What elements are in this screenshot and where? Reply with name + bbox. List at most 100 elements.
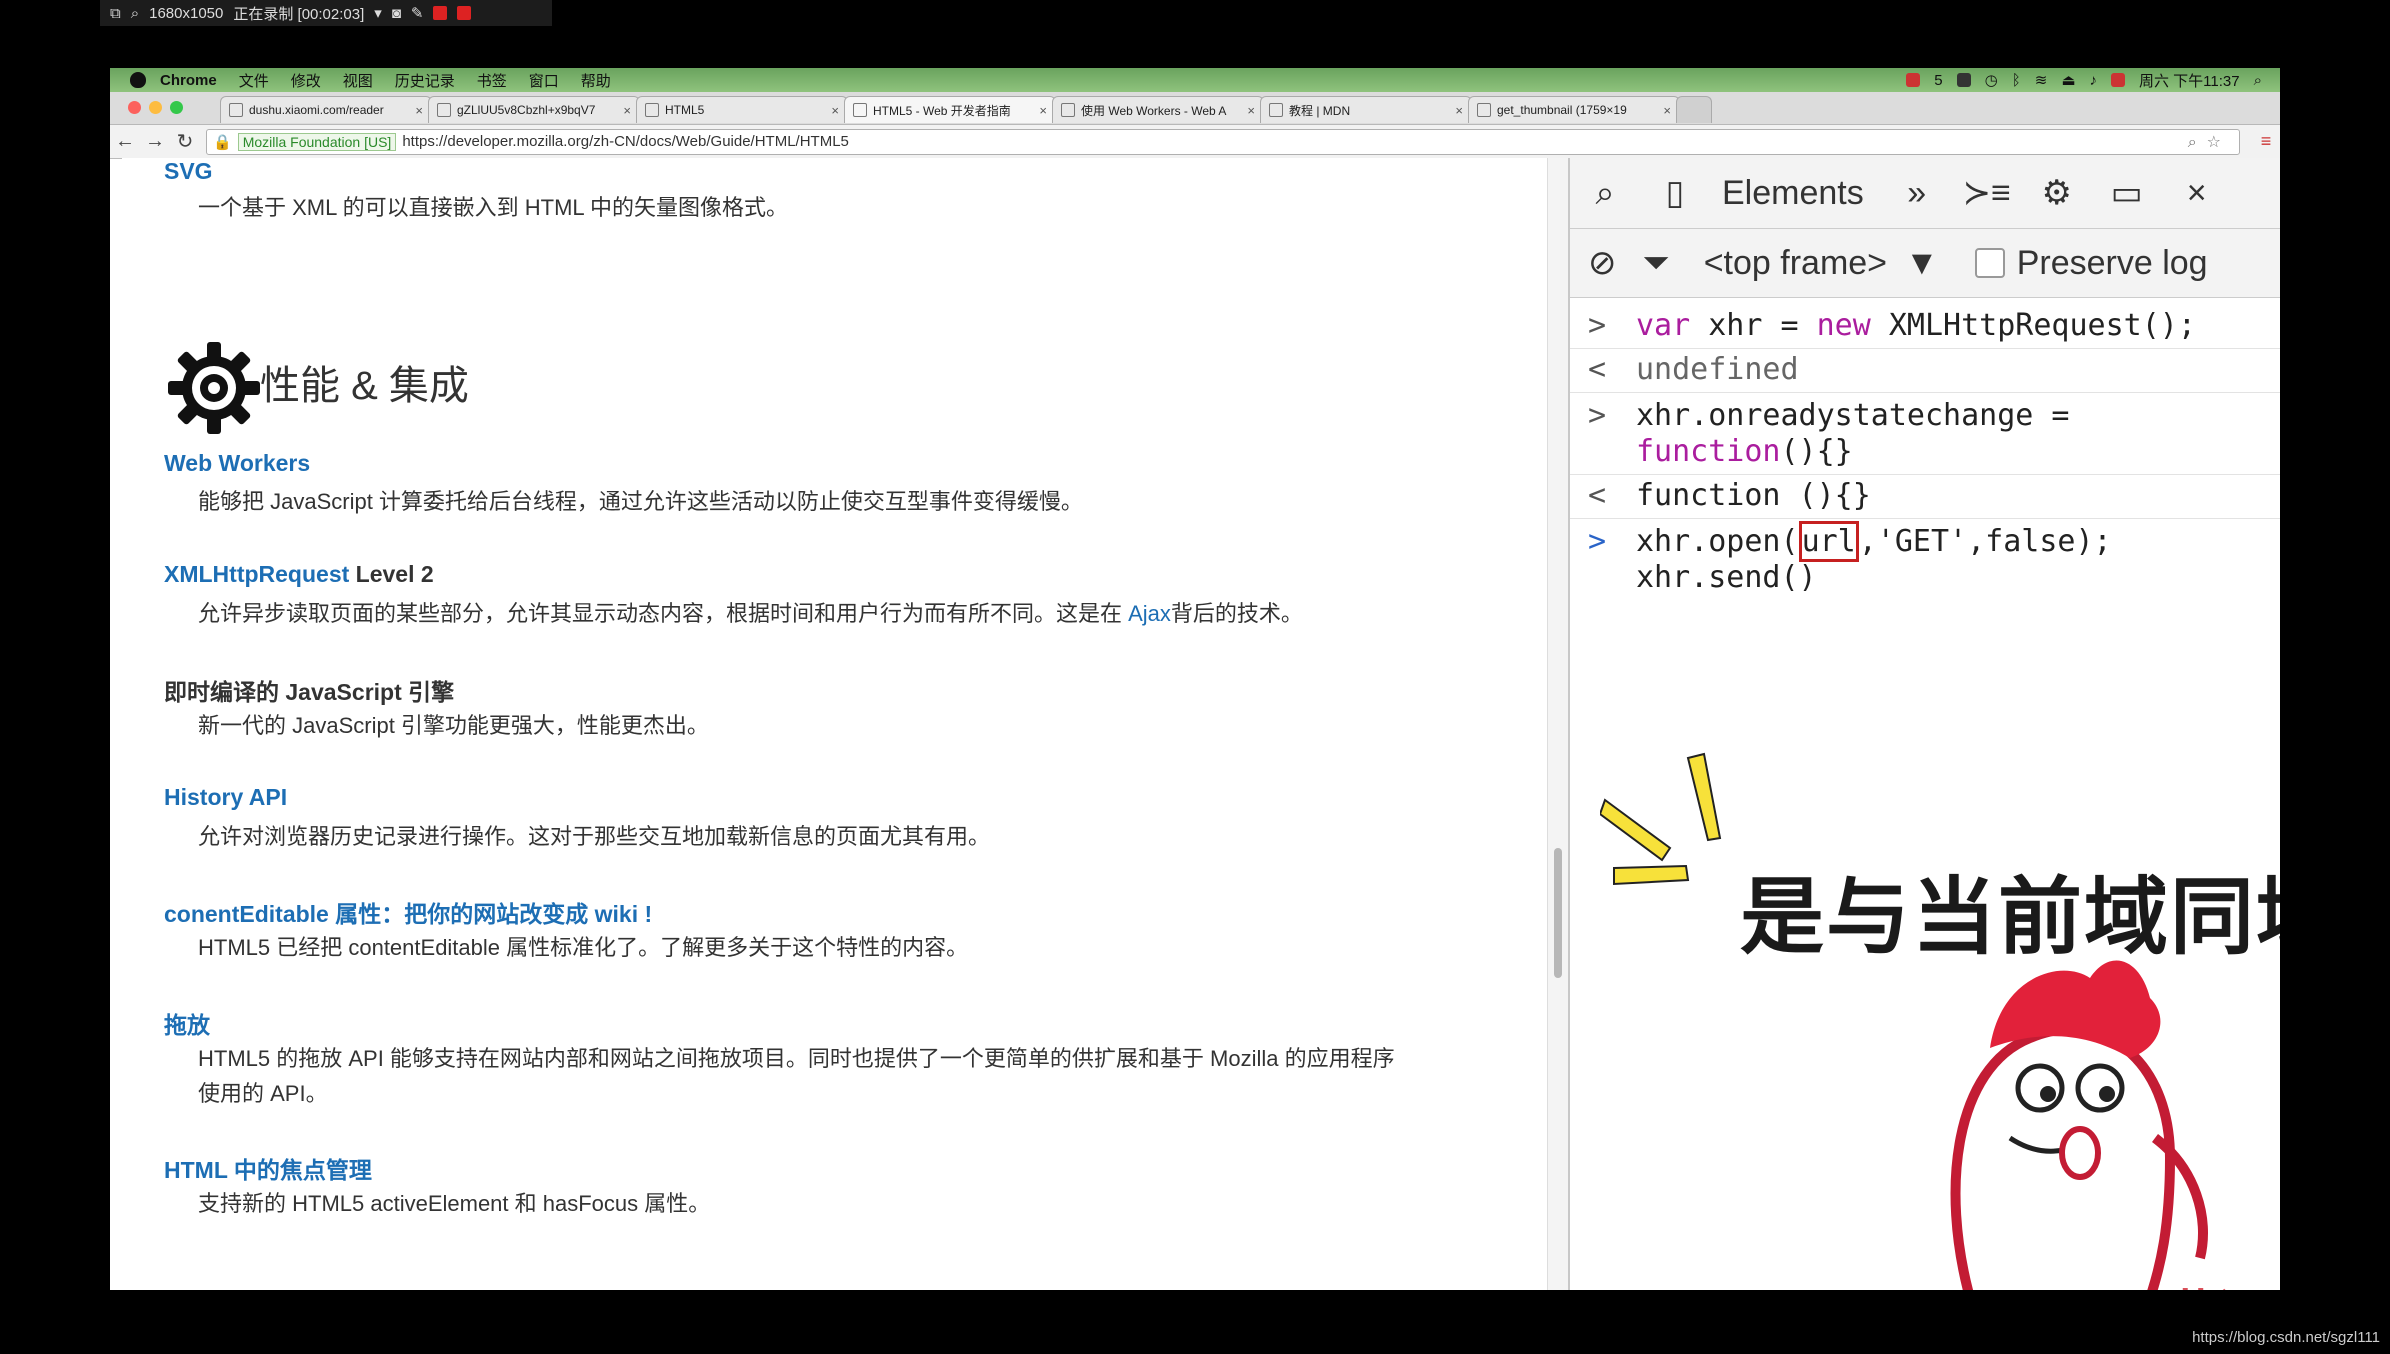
bookmark-star-icon[interactable]: ☆ bbox=[2207, 134, 2231, 151]
close-window-button[interactable] bbox=[128, 101, 141, 114]
link-contenteditable[interactable]: conentEditable 属性：把你的网站改变成 wiki ! bbox=[164, 895, 652, 929]
chevron-down-icon[interactable]: ▼ bbox=[1905, 244, 1939, 283]
volume-icon[interactable]: ♪ bbox=[2090, 72, 2098, 89]
tab-elements[interactable]: Elements bbox=[1722, 174, 1864, 213]
address-bar[interactable]: 🔒 Mozilla Foundation [US] https://develo… bbox=[206, 128, 2240, 155]
pen-icon[interactable]: ✎ bbox=[411, 4, 424, 22]
console-input[interactable]: xhr.send() bbox=[1636, 560, 1817, 595]
menu-bookmarks[interactable]: 书签 bbox=[477, 70, 507, 91]
status-area: 5 ◷ ᛒ ≋ ⏏ ♪ 周六 下午11:37 ⌕ bbox=[1906, 70, 2280, 91]
section-title: 性能 & 集成 bbox=[260, 364, 469, 408]
wifi-icon[interactable]: ≋ bbox=[2035, 71, 2048, 89]
inspect-search-icon[interactable]: ⌕ bbox=[1570, 174, 1640, 213]
time-machine-icon[interactable]: ◷ bbox=[1985, 71, 1998, 89]
tab-thumbnail[interactable]: get_thumbnail (1759×19 × bbox=[1468, 96, 1680, 123]
menu-help[interactable]: 帮助 bbox=[581, 70, 611, 91]
address-url[interactable]: https://developer.mozilla.org/zh-CN/docs… bbox=[402, 133, 849, 150]
mdn-icon bbox=[853, 103, 867, 117]
pause-icon[interactable] bbox=[433, 6, 448, 20]
device-mode-icon[interactable]: ▯ bbox=[1640, 173, 1710, 213]
link-ajax[interactable]: Ajax bbox=[1128, 601, 1171, 626]
close-icon[interactable]: × bbox=[1039, 103, 1047, 118]
more-tabs-button[interactable]: » bbox=[1882, 174, 1952, 213]
close-icon[interactable]: × bbox=[1663, 103, 1671, 118]
input-method-indicator[interactable]: 5 bbox=[1934, 72, 1942, 89]
zoom-icon[interactable]: ⌕ bbox=[2188, 134, 2207, 151]
focus-management-description: 支持新的 HTML5 activeElement 和 hasFocus 属性。 bbox=[198, 1191, 711, 1216]
gear-icon[interactable]: ⚙ bbox=[2022, 173, 2092, 213]
xhr-heading: XMLHttpRequest Level 2 bbox=[164, 561, 434, 588]
mdn-icon bbox=[1061, 103, 1075, 117]
console-filter-bar: ⊘ ⏷ <top frame> ▼ Preserve log bbox=[1570, 229, 2280, 298]
frame-selector[interactable]: <top frame> bbox=[1704, 244, 1887, 283]
menu-window[interactable]: 窗口 bbox=[529, 70, 559, 91]
console-divider bbox=[1570, 474, 2280, 475]
close-icon[interactable]: × bbox=[1247, 103, 1255, 118]
minimize-window-button[interactable] bbox=[149, 101, 162, 114]
xhr-level: Level 2 bbox=[349, 561, 434, 587]
close-icon[interactable]: × bbox=[623, 103, 631, 118]
dock-icon[interactable]: ▭ bbox=[2092, 173, 2162, 213]
tab-gzl[interactable]: gZLlUU5v8Cbzhl+x9bqV7 × bbox=[428, 96, 640, 123]
prompt-icon: > bbox=[1588, 398, 1607, 433]
ev-certificate-badge[interactable]: Mozilla Foundation [US] bbox=[237, 132, 397, 151]
keyword: var bbox=[1636, 308, 1691, 343]
app-status-icon[interactable] bbox=[1906, 73, 1921, 87]
page-scrollbar[interactable] bbox=[1547, 158, 1568, 1290]
jit-description: 新一代的 JavaScript 引擎功能更强大，性能更杰出。 bbox=[198, 713, 709, 738]
lock-icon[interactable] bbox=[1956, 73, 1971, 87]
tab-html5-guide[interactable]: HTML5 - Web 开发者指南 × bbox=[844, 96, 1056, 123]
menu-edit[interactable]: 修改 bbox=[291, 70, 321, 91]
console-input[interactable]: xhr.open(url ,'GET',false); bbox=[1636, 521, 2112, 562]
mac-screen: Chrome 文件 修改 视图 历史记录 书签 窗口 帮助 5 ◷ ᛒ ≋ ⏏ … bbox=[110, 68, 2280, 1290]
tab-html5[interactable]: HTML5 × bbox=[636, 96, 848, 123]
link-xmlhttprequest[interactable]: XMLHttpRequest bbox=[164, 561, 349, 587]
zoom-window-button[interactable] bbox=[170, 101, 183, 114]
filter-icon[interactable]: ⏷ bbox=[1643, 244, 1670, 283]
zoom-icon[interactable]: ⌕ bbox=[131, 5, 139, 22]
menu-file[interactable]: 文件 bbox=[239, 70, 269, 91]
menu-view[interactable]: 视图 bbox=[343, 70, 373, 91]
devtools-toolbar: ⌕ ▯ Elements » ≻≡ ⚙ ▭ × bbox=[1570, 158, 2280, 229]
preserve-log-checkbox[interactable] bbox=[1974, 248, 2005, 278]
tab-web-workers[interactable]: 使用 Web Workers - Web A × bbox=[1052, 96, 1264, 123]
dropdown-icon[interactable]: ▾ bbox=[374, 4, 382, 22]
link-drag-drop[interactable]: 拖放 bbox=[164, 1006, 210, 1040]
stop-icon[interactable] bbox=[457, 6, 472, 20]
camera-icon[interactable]: ◙ bbox=[392, 5, 401, 22]
chrome-menu-icon[interactable]: ≡ bbox=[2252, 131, 2280, 152]
screen-recorder-bar: ⧉ ⌕ 1680x1050 正在录制 [00:02:03] ▾ ◙ ✎ bbox=[100, 0, 552, 26]
bluetooth-icon[interactable]: ᛒ bbox=[2012, 72, 2021, 89]
recorder-window-icon[interactable]: ⧉ bbox=[110, 5, 121, 22]
secure-lock-icon[interactable]: 🔒 bbox=[213, 133, 232, 151]
reload-icon[interactable]: ↻ bbox=[170, 129, 200, 154]
drag-drop-description-cont: 使用的 API。 bbox=[198, 1081, 328, 1106]
link-focus-management[interactable]: HTML 中的焦点管理 bbox=[164, 1151, 372, 1185]
menu-history[interactable]: 历史记录 bbox=[395, 70, 455, 91]
back-icon[interactable]: ← bbox=[110, 130, 140, 153]
apple-icon[interactable] bbox=[130, 72, 146, 88]
eject-icon[interactable]: ⏏ bbox=[2061, 71, 2075, 89]
new-tab-button[interactable] bbox=[1676, 96, 1712, 123]
tab-label: HTML5 bbox=[665, 103, 705, 117]
browser-toolbar: ← → ↻ 🔒 Mozilla Foundation [US] https://… bbox=[110, 125, 2280, 159]
scrollbar-thumb[interactable] bbox=[1554, 848, 1562, 978]
link-history-api[interactable]: History API bbox=[164, 784, 287, 811]
forward-icon[interactable]: → bbox=[140, 130, 170, 153]
link-web-workers[interactable]: Web Workers bbox=[164, 450, 310, 477]
weibo-icon[interactable] bbox=[2111, 73, 2125, 87]
close-icon[interactable]: × bbox=[415, 103, 423, 118]
tab-dushu[interactable]: dushu.xiaomi.com/reader × bbox=[220, 96, 432, 123]
mdn-icon bbox=[1269, 103, 1283, 117]
url-argument: url bbox=[1798, 521, 1859, 562]
close-icon[interactable]: × bbox=[2162, 174, 2232, 213]
tab-mdn-tutorial[interactable]: 教程 | MDN × bbox=[1260, 96, 1472, 123]
menu-app-name[interactable]: Chrome bbox=[160, 72, 217, 89]
menu-clock[interactable]: 周六 下午11:37 bbox=[2139, 70, 2240, 91]
close-icon[interactable]: × bbox=[831, 103, 839, 118]
clear-console-icon[interactable]: ⊘ bbox=[1588, 243, 1617, 283]
console-drawer-icon[interactable]: ≻≡ bbox=[1952, 173, 2022, 213]
spotlight-search-icon[interactable]: ⌕ bbox=[2254, 72, 2262, 89]
close-icon[interactable]: × bbox=[1455, 103, 1463, 118]
link-svg[interactable]: SVG bbox=[164, 158, 213, 185]
